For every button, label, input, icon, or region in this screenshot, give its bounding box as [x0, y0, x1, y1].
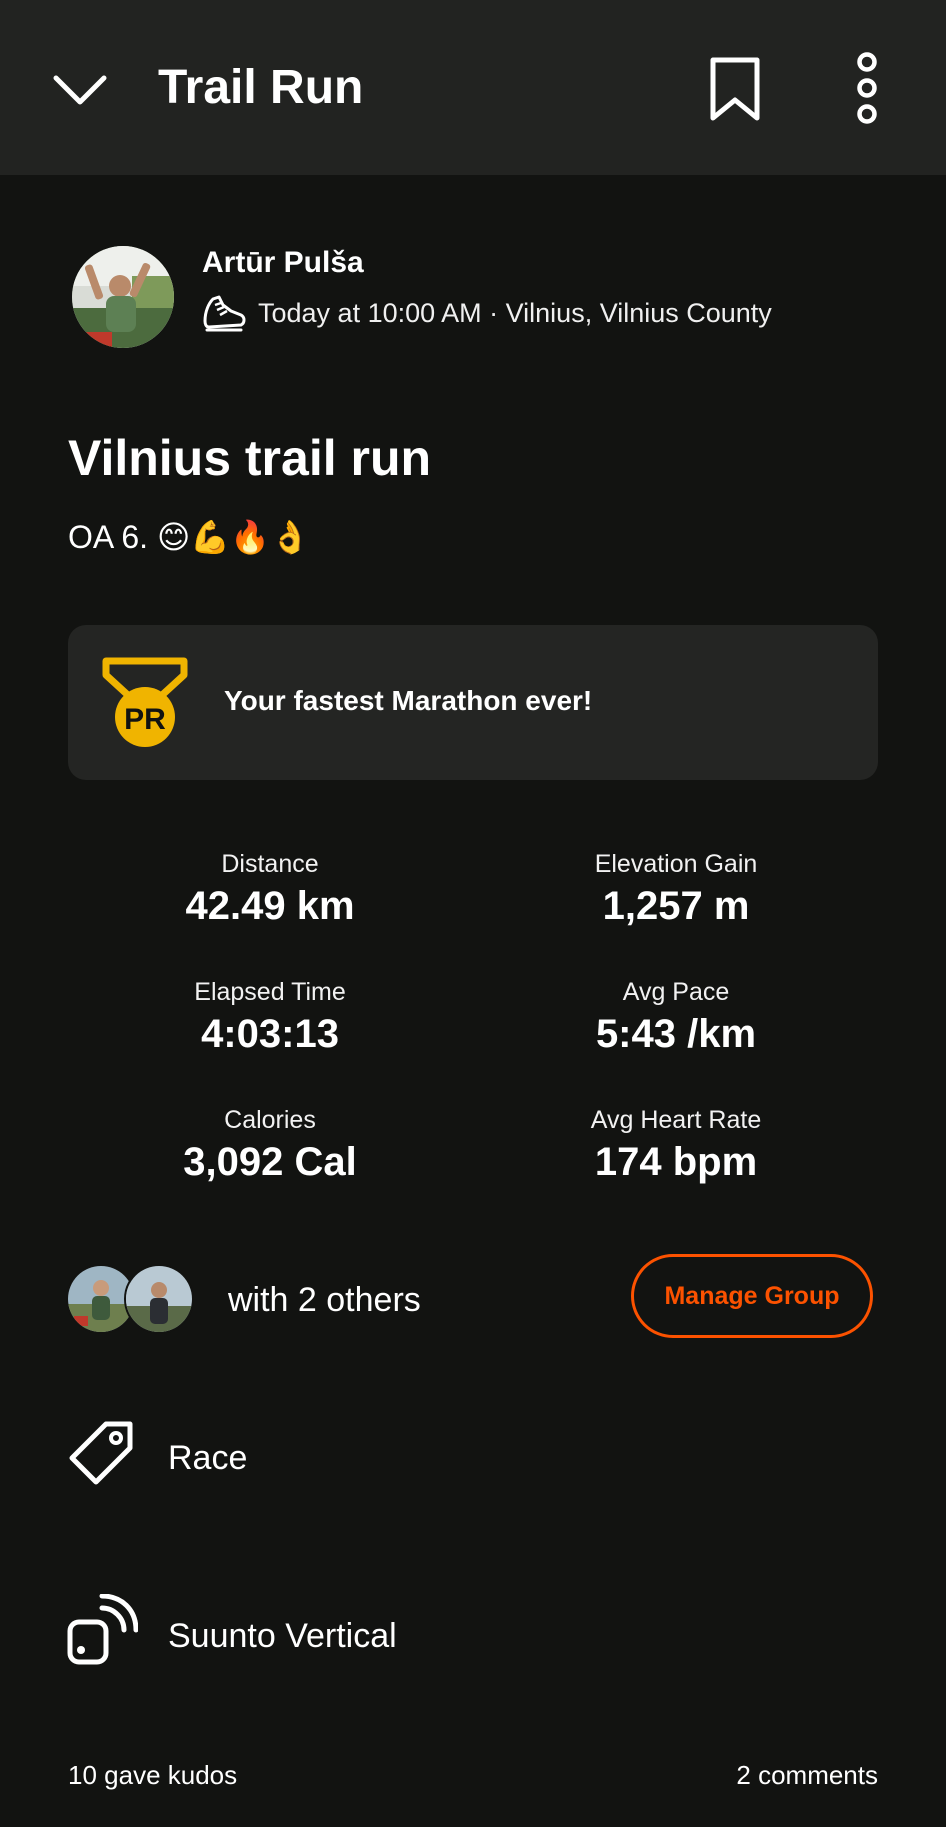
bookmark-icon[interactable] [708, 56, 762, 122]
pr-badge-text: PR [124, 703, 166, 736]
pr-medal-icon: PR [102, 657, 188, 747]
activity-description: OA 6. 😊💪🔥👌 [68, 519, 310, 555]
device-name: Suunto Vertical [168, 1617, 397, 1655]
comments-count[interactable]: 2 comments [736, 1758, 878, 1792]
race-tag[interactable]: Race [168, 1436, 247, 1480]
athlete-avatar[interactable] [72, 246, 174, 348]
stat-value: 3,092 Cal [183, 1140, 357, 1184]
activity-meta: Today at 10:00 AM · Vilnius, Vilnius Cou… [258, 298, 772, 328]
stat-label: Elevation Gain [594, 850, 758, 878]
running-shoe-icon [203, 295, 246, 332]
stat-elapsed-time: Elapsed Time 4:03:13 [110, 976, 430, 1058]
stat-elevation-gain: Elevation Gain 1,257 m [516, 848, 836, 930]
stat-distance: Distance 42.49 km [110, 848, 430, 930]
stat-label: Distance [221, 850, 319, 878]
stat-label: Avg Pace [622, 978, 730, 1006]
kudos-count[interactable]: 10 gave kudos [68, 1758, 237, 1792]
manage-group-button[interactable]: Manage Group [631, 1254, 873, 1338]
connected-device-icon [67, 1594, 138, 1665]
page-title: Trail Run [158, 61, 364, 114]
stat-label: Elapsed Time [194, 978, 346, 1006]
stat-value: 42.49 km [185, 884, 355, 928]
stat-label: Avg Heart Rate [590, 1106, 762, 1134]
more-vertical-icon[interactable] [852, 52, 882, 124]
stat-value: 4:03:13 [201, 1012, 339, 1056]
stat-avg-pace: Avg Pace 5:43 /km [516, 976, 836, 1058]
group-with-others[interactable]: with 2 others [228, 1278, 421, 1322]
stat-label: Calories [224, 1106, 316, 1134]
achievement-card[interactable]: PR Your fastest Marathon ever! [68, 625, 878, 780]
tag-icon [69, 1421, 133, 1485]
stat-value: 174 bpm [594, 1140, 758, 1184]
group-member-avatar [124, 1264, 194, 1334]
stat-value: 1,257 m [602, 884, 750, 928]
achievement-text: Your fastest Marathon ever! [224, 685, 593, 716]
stat-avg-heart-rate: Avg Heart Rate 174 bpm [516, 1104, 836, 1186]
stat-calories: Calories 3,092 Cal [110, 1104, 430, 1186]
group-avatars[interactable] [66, 1264, 196, 1334]
stat-value: 5:43 /km [595, 1012, 757, 1056]
chevron-down-icon[interactable] [52, 62, 108, 118]
activity-title: Vilnius trail run [68, 430, 432, 486]
top-bar: Trail Run [0, 0, 946, 175]
athlete-name[interactable]: Artūr Pulša [202, 244, 364, 282]
